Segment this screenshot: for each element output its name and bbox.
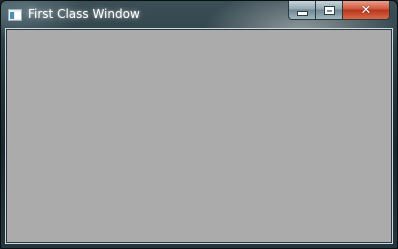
app-window: First Class Window ✕ [0, 0, 398, 249]
maximize-button[interactable] [316, 1, 343, 20]
title-bar[interactable]: First Class Window ✕ [1, 1, 397, 29]
client-area[interactable] [6, 29, 392, 243]
window-controls: ✕ [288, 1, 392, 21]
close-button[interactable]: ✕ [343, 1, 390, 20]
window-title: First Class Window [28, 7, 140, 21]
minimize-icon [296, 10, 308, 16]
maximize-icon [323, 5, 335, 15]
application-icon[interactable] [8, 9, 22, 21]
close-icon: ✕ [360, 2, 372, 18]
minimize-button[interactable] [288, 1, 316, 20]
